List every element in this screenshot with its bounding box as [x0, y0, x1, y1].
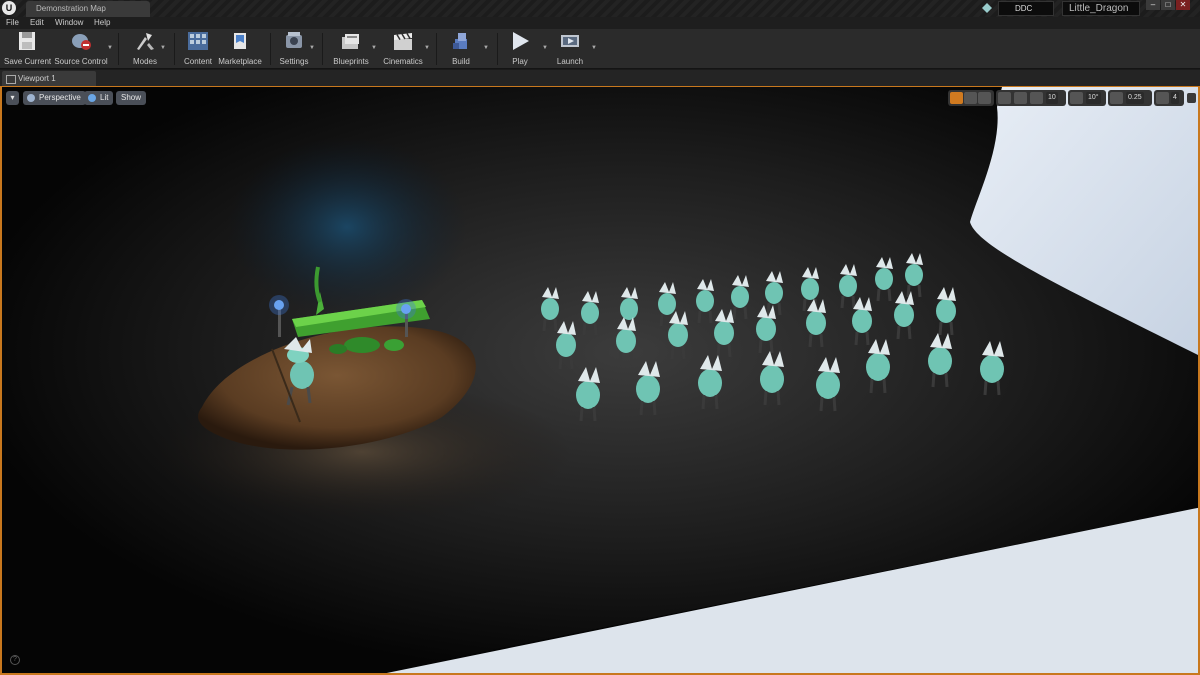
save-current-label: Save Current	[4, 57, 52, 66]
toolbar-separator	[118, 33, 119, 65]
content-button[interactable]: Content	[182, 31, 214, 67]
build-label: Build	[452, 57, 470, 66]
lit-button[interactable]: Lit	[84, 91, 114, 105]
launch-label: Launch	[556, 57, 584, 66]
modes-dropdown-icon[interactable]: ▼	[160, 45, 166, 51]
build-dropdown-icon[interactable]: ▼	[483, 45, 489, 51]
perspective-button[interactable]: Perspective	[23, 91, 86, 105]
scale-mode-icon[interactable]	[978, 92, 991, 104]
rotation-snap-group: 10°	[1068, 90, 1106, 106]
cinematics-dropdown-icon[interactable]: ▼	[424, 45, 430, 51]
maximize-button[interactable]: □	[1161, 0, 1175, 10]
menu-help[interactable]: Help	[94, 17, 110, 29]
lit-label: Lit	[100, 93, 109, 102]
camera-speed-group: 4	[1154, 90, 1184, 106]
grid-snap-value[interactable]: 10	[1046, 92, 1058, 104]
show-button[interactable]: Show	[116, 91, 147, 105]
scale-snap-group: 0.25	[1108, 90, 1152, 106]
play-icon	[513, 32, 529, 50]
content-label: Content	[183, 57, 213, 66]
marketplace-label: Marketplace	[218, 57, 262, 66]
camera-speed-icon[interactable]	[1156, 92, 1169, 104]
settings-dropdown-icon[interactable]: ▼	[309, 45, 315, 51]
camera-speed-value[interactable]: 4	[1171, 92, 1179, 104]
scale-snap-value[interactable]: 0.25	[1126, 92, 1144, 104]
cinematics-icon	[394, 33, 412, 50]
launch-icon	[561, 35, 579, 47]
blueprints-dropdown-icon[interactable]: ▼	[371, 45, 377, 51]
marketplace-button[interactable]: Marketplace	[218, 31, 262, 67]
menu-file[interactable]: File	[6, 17, 19, 29]
transform-mode-group	[948, 90, 994, 106]
play-label: Play	[512, 57, 528, 66]
blueprints-button[interactable]: Blueprints	[332, 31, 370, 67]
blueprints-icon	[342, 34, 359, 49]
play-button[interactable]: Play	[505, 31, 535, 67]
blueprints-label: Blueprints	[333, 57, 369, 66]
settings-button[interactable]: Settings	[278, 31, 310, 67]
marketplace-icon	[234, 33, 246, 49]
rotate-mode-icon[interactable]	[964, 92, 977, 104]
modes-label: Modes	[132, 57, 157, 66]
toolbar-separator	[270, 33, 271, 65]
viewport-tab-bar: Viewport 1	[0, 70, 1200, 86]
rotation-snap-icon[interactable]	[1070, 92, 1083, 104]
source-control-dropdown-icon[interactable]: ▼	[107, 45, 113, 51]
viewport-tab[interactable]: Viewport 1	[2, 71, 96, 86]
play-dropdown-icon[interactable]: ▼	[542, 45, 548, 51]
minimize-button[interactable]: –	[1146, 0, 1160, 10]
title-bar: U Demonstration Map DDC Little_Dragon – …	[0, 0, 1200, 17]
level-viewport[interactable]: ▾ Perspective Lit Show 10 10° 0.25 4 ?	[0, 86, 1200, 675]
menu-edit[interactable]: Edit	[30, 17, 44, 29]
source-status-icon[interactable]	[982, 3, 992, 13]
build-icon	[453, 33, 467, 49]
toolbar-separator	[436, 33, 437, 65]
toolbar-separator	[497, 33, 498, 65]
source-control-button[interactable]: Source Control	[54, 31, 108, 67]
project-name: Little_Dragon	[1062, 1, 1140, 16]
build-button[interactable]: Build	[446, 31, 476, 67]
ddc-indicator[interactable]: DDC	[998, 1, 1054, 16]
perspective-label: Perspective	[39, 93, 81, 102]
rotation-snap-value[interactable]: 10°	[1086, 92, 1101, 104]
source-control-label: Source Control	[54, 57, 108, 66]
source-control-icon	[72, 34, 91, 50]
translate-mode-icon[interactable]	[950, 92, 963, 104]
scene-render[interactable]	[2, 87, 1200, 675]
show-label: Show	[121, 93, 142, 102]
launch-button[interactable]: Launch	[553, 31, 587, 67]
snap-grid-group: 10	[996, 90, 1066, 106]
save-icon	[19, 32, 35, 50]
menu-bar: File Edit Window Help	[0, 17, 1200, 29]
grid-snap-icon[interactable]	[1030, 92, 1043, 104]
cinematics-label: Cinematics	[383, 57, 423, 66]
close-button[interactable]: ✕	[1176, 0, 1190, 10]
help-icon[interactable]: ?	[10, 655, 20, 665]
perspective-icon	[27, 94, 35, 102]
surface-snap-icon[interactable]	[1014, 92, 1027, 104]
content-icon	[188, 32, 208, 50]
scale-snap-icon[interactable]	[1110, 92, 1123, 104]
cinematics-button[interactable]: Cinematics	[382, 31, 424, 67]
save-current-button[interactable]: Save Current	[4, 31, 52, 67]
world-local-icon[interactable]	[998, 92, 1011, 104]
modes-icon	[137, 33, 154, 50]
document-tab[interactable]: Demonstration Map	[26, 1, 150, 17]
maximize-viewport-icon[interactable]	[1187, 93, 1196, 103]
launch-dropdown-icon[interactable]: ▼	[591, 45, 597, 51]
toolbar-separator	[322, 33, 323, 65]
viewport-options-button[interactable]: ▾	[6, 91, 19, 105]
blue-light-glow	[227, 137, 467, 317]
main-toolbar: Save Current Source Control ▼ Modes ▼ Co…	[0, 29, 1200, 69]
lit-icon	[88, 94, 96, 102]
toolbar-separator	[174, 33, 175, 65]
modes-button[interactable]: Modes	[128, 31, 162, 67]
settings-label: Settings	[279, 57, 309, 66]
settings-icon	[286, 32, 302, 48]
menu-window[interactable]: Window	[55, 17, 83, 29]
unreal-logo-icon: U	[2, 1, 16, 15]
